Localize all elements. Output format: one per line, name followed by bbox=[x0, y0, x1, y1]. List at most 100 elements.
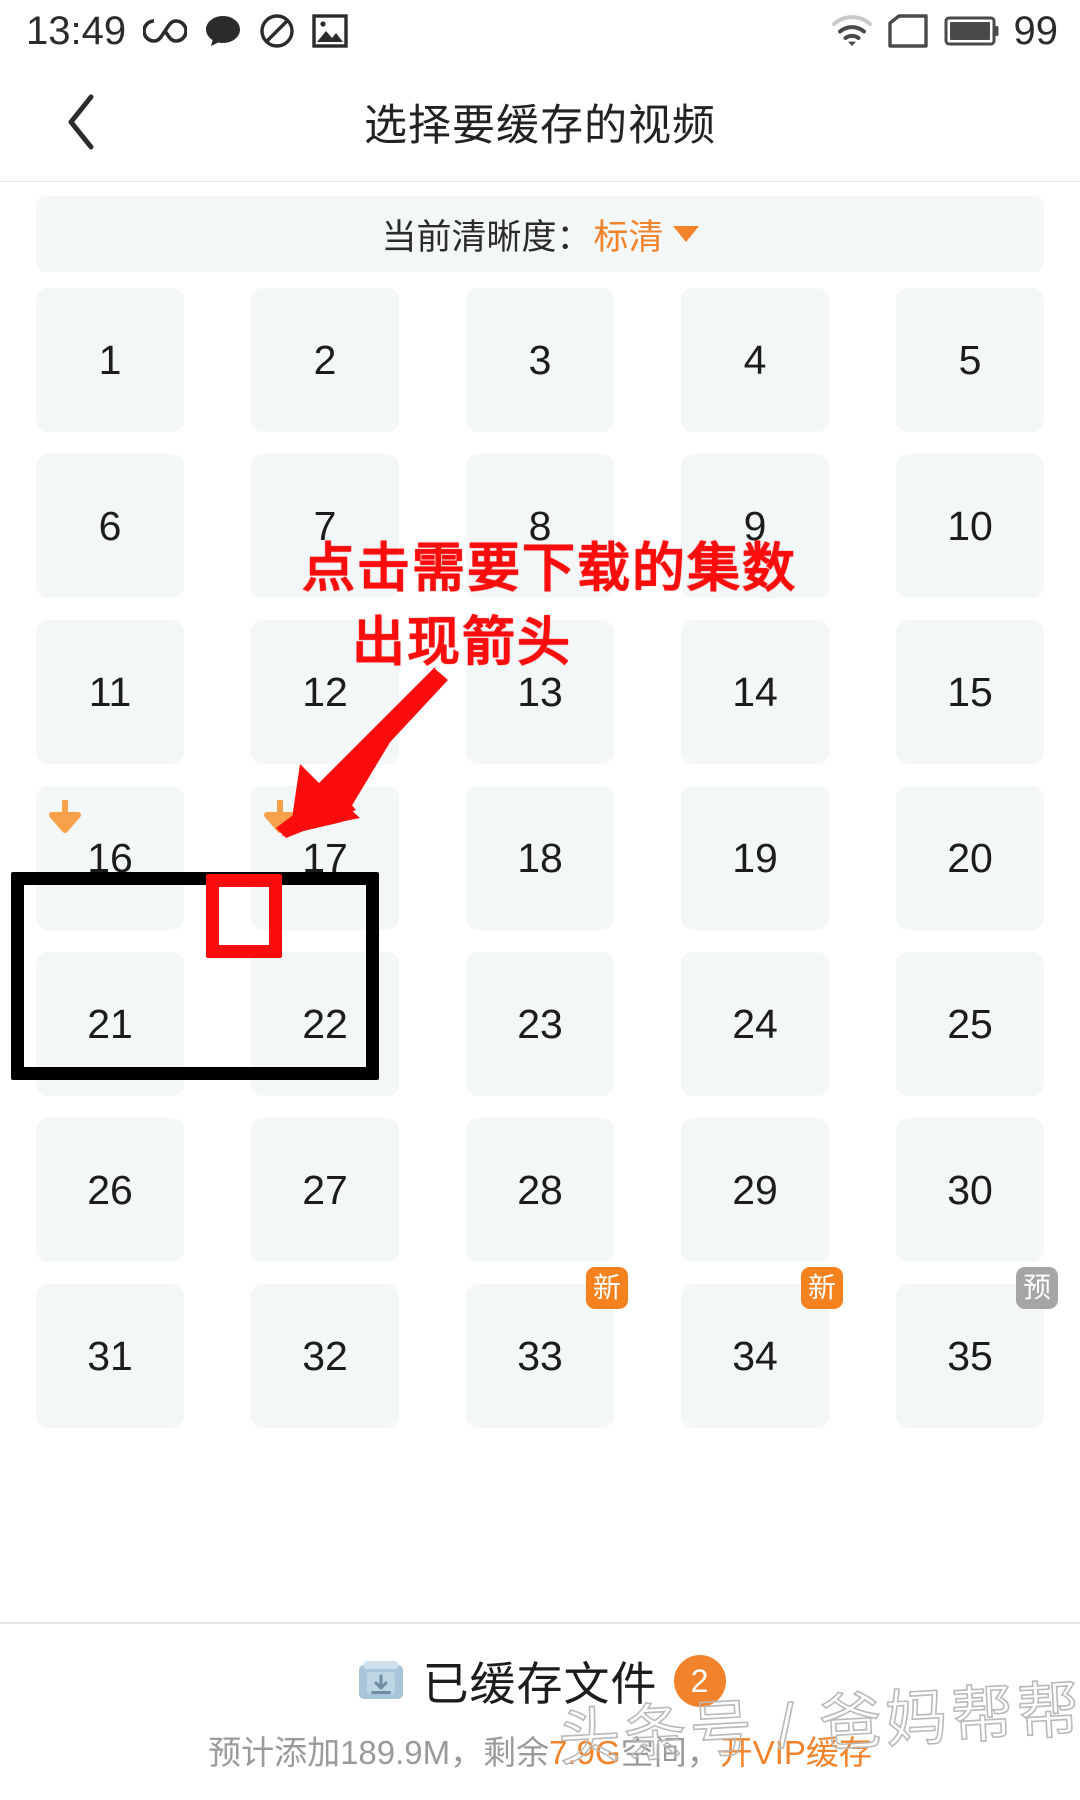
episode-cell[interactable]: 15 bbox=[896, 620, 1044, 764]
episode-grid: 1 2 3 4 5 6 7 8 9 10 11 12 13 14 15 16 17 18 19 20 21 22 23 24 2… bbox=[36, 288, 1058, 1428]
sim-card-icon bbox=[887, 14, 928, 48]
episode-number: 17 bbox=[302, 834, 348, 881]
episode-cell[interactable]: 10 bbox=[896, 454, 1044, 598]
infinity-icon bbox=[143, 19, 188, 43]
annotation-line-1: 点击需要下载的集数 bbox=[302, 539, 797, 598]
episode-cell[interactable]: 21 bbox=[36, 952, 184, 1096]
episode-number: 14 bbox=[732, 668, 778, 715]
episode-cell[interactable]: 31 bbox=[36, 1284, 184, 1428]
episode-number: 19 bbox=[732, 834, 778, 881]
cached-files-label: 已缓存文件 bbox=[422, 1658, 658, 1710]
do-not-disturb-icon bbox=[260, 14, 294, 48]
footer-bar: 已缓存文件 2 预计添加189.9M，剩余7.9G空间，开VIP缓存 bbox=[0, 1622, 1080, 1800]
episode-cell[interactable]: 16 bbox=[36, 786, 184, 930]
preview-badge: 预 bbox=[1016, 1267, 1058, 1309]
episode-number: 23 bbox=[517, 1000, 563, 1047]
chevron-left-icon bbox=[68, 94, 94, 150]
episode-cell[interactable]: 26 bbox=[36, 1118, 184, 1262]
episode-number: 3 bbox=[528, 336, 552, 383]
quality-selector[interactable]: 当前清晰度： 标清 bbox=[36, 196, 1044, 272]
status-bar: 13:49 99 bbox=[0, 0, 1080, 62]
image-icon bbox=[312, 14, 348, 48]
episode-number: 28 bbox=[517, 1166, 563, 1213]
episode-cell[interactable]: 28 bbox=[466, 1118, 614, 1262]
new-badge: 新 bbox=[801, 1267, 843, 1309]
new-badge: 新 bbox=[586, 1267, 628, 1309]
episode-number: 18 bbox=[517, 834, 563, 881]
episode-cell[interactable]: 17 bbox=[251, 786, 399, 930]
episode-number: 15 bbox=[947, 668, 993, 715]
episode-cell[interactable]: 25 bbox=[896, 952, 1044, 1096]
episode-number: 27 bbox=[302, 1166, 348, 1213]
episode-number: 20 bbox=[947, 834, 993, 881]
episode-cell[interactable]: 2 bbox=[251, 288, 399, 432]
episode-number: 24 bbox=[732, 1000, 778, 1047]
episode-cell[interactable]: 33 新 bbox=[466, 1267, 628, 1428]
quality-label: 当前清晰度： bbox=[381, 217, 592, 257]
episode-number: 6 bbox=[98, 502, 122, 549]
wifi-icon bbox=[831, 15, 872, 46]
cached-files-button[interactable]: 已缓存文件 2 bbox=[0, 1648, 1080, 1714]
episode-number: 1 bbox=[98, 336, 122, 383]
quality-value: 标清 bbox=[593, 217, 664, 257]
episode-number: 35 bbox=[947, 1332, 993, 1379]
episode-number: 5 bbox=[958, 336, 982, 383]
episode-cell[interactable]: 20 bbox=[896, 786, 1044, 930]
back-button[interactable] bbox=[26, 62, 136, 182]
storage-summary-suffix: 空间， bbox=[620, 1734, 720, 1771]
episode-number: 29 bbox=[732, 1166, 778, 1213]
episode-cell[interactable]: 14 bbox=[681, 620, 829, 764]
battery-percent: 99 bbox=[1013, 9, 1059, 53]
chat-bubble-icon bbox=[206, 16, 241, 46]
episode-number: 32 bbox=[302, 1332, 348, 1379]
episode-number: 31 bbox=[87, 1332, 133, 1379]
episode-cell[interactable]: 32 bbox=[251, 1284, 399, 1428]
episode-number: 12 bbox=[302, 668, 348, 715]
annotation-line-2: 出现箭头 bbox=[352, 613, 572, 672]
episode-cell[interactable]: 1 bbox=[36, 288, 184, 432]
download-arrow-icon bbox=[264, 800, 296, 833]
episode-cell[interactable]: 35 预 bbox=[896, 1267, 1058, 1428]
episode-cell[interactable]: 22 bbox=[251, 952, 399, 1096]
episode-cell[interactable]: 18 bbox=[466, 786, 614, 930]
episode-cell[interactable]: 27 bbox=[251, 1118, 399, 1262]
episode-cell[interactable]: 5 bbox=[896, 288, 1044, 432]
episode-cell[interactable]: 30 bbox=[896, 1118, 1044, 1262]
status-bar-left: 13:49 bbox=[26, 11, 348, 51]
episode-cell[interactable]: 6 bbox=[36, 454, 184, 598]
episode-number: 30 bbox=[947, 1166, 993, 1213]
status-time: 13:49 bbox=[26, 9, 127, 53]
storage-summary-prefix: 预计添加189.9M，剩余 bbox=[208, 1734, 550, 1771]
episode-cell[interactable]: 11 bbox=[36, 620, 184, 764]
download-tray-icon bbox=[358, 1661, 403, 1699]
episode-number: 10 bbox=[947, 502, 993, 549]
episode-number: 13 bbox=[517, 668, 563, 715]
episode-number: 33 bbox=[517, 1332, 563, 1379]
caret-down-icon bbox=[672, 226, 699, 242]
episode-cell[interactable]: 3 bbox=[466, 288, 614, 432]
episode-number: 21 bbox=[87, 1000, 133, 1047]
episode-number: 22 bbox=[302, 1000, 348, 1047]
episode-cell[interactable]: 29 bbox=[681, 1118, 829, 1262]
episode-cell[interactable]: 34 新 bbox=[681, 1267, 843, 1428]
episode-number: 26 bbox=[87, 1166, 133, 1213]
download-arrow-icon bbox=[49, 800, 81, 833]
episode-cell[interactable]: 24 bbox=[681, 952, 829, 1096]
episode-cell[interactable]: 4 bbox=[681, 288, 829, 432]
battery-icon bbox=[944, 16, 998, 46]
storage-summary: 预计添加189.9M，剩余7.9G空间，开VIP缓存 bbox=[0, 1726, 1080, 1774]
episode-number: 34 bbox=[732, 1332, 778, 1379]
cached-count-badge: 2 bbox=[673, 1655, 726, 1707]
vip-upgrade-link[interactable]: 开VIP缓存 bbox=[720, 1734, 872, 1771]
episode-cell[interactable]: 23 bbox=[466, 952, 614, 1096]
title-bar: 选择要缓存的视频 bbox=[0, 62, 1080, 182]
episode-number: 4 bbox=[743, 336, 767, 383]
status-bar-right: 99 bbox=[831, 9, 1059, 53]
page-title: 选择要缓存的视频 bbox=[364, 102, 716, 150]
episode-number: 16 bbox=[87, 834, 133, 881]
episode-number: 25 bbox=[947, 1000, 993, 1047]
phone-screen: 13:49 99 选择要缓存的视频 当前清晰度： 标清 1 2 3 4 5 6 … bbox=[0, 0, 1080, 1800]
storage-remaining: 7.9G bbox=[549, 1734, 621, 1771]
episode-cell[interactable]: 19 bbox=[681, 786, 829, 930]
episode-number: 11 bbox=[88, 668, 132, 715]
